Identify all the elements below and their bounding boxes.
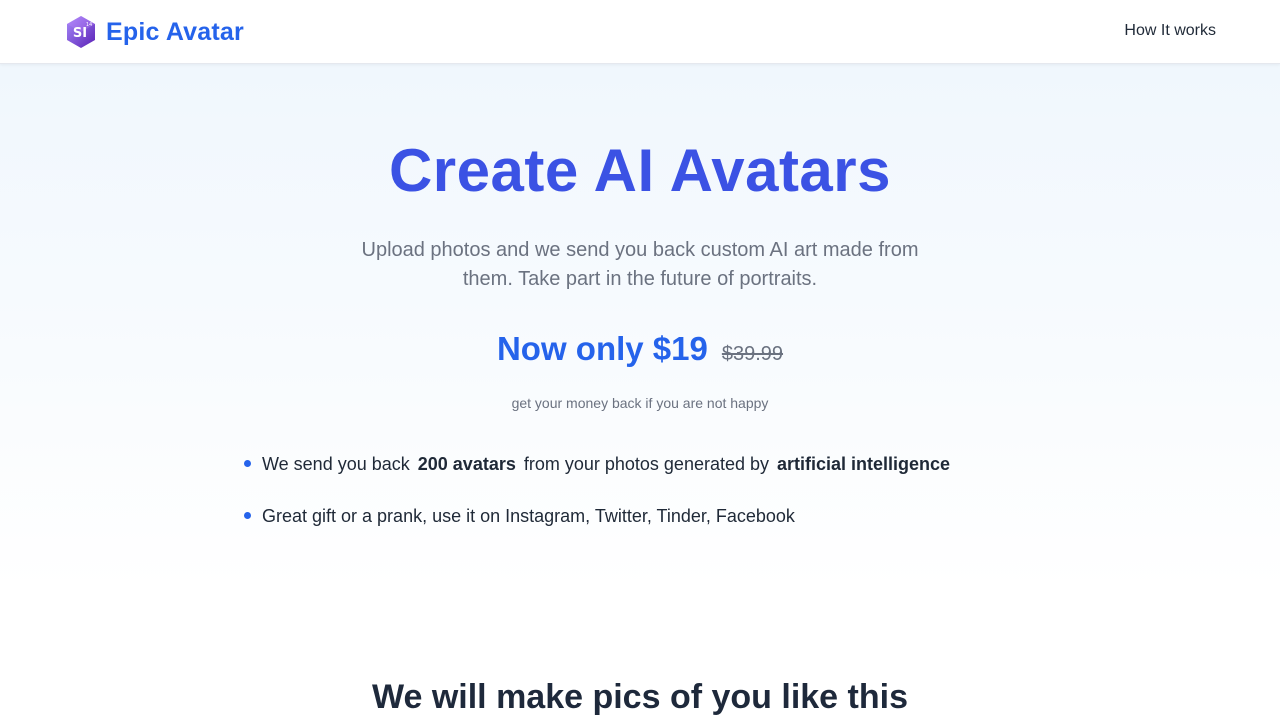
bullet-dot-icon	[244, 460, 251, 467]
feature-item: Great gift or a prank, use it on Instagr…	[244, 502, 1044, 554]
nav-link-how-it-works[interactable]: How It works	[1124, 22, 1216, 40]
feature-text: Great gift or a prank, use it on Instagr…	[262, 506, 795, 526]
hero-headline: Create AI Avatars	[388, 137, 892, 204]
logo-icon: SI 14	[67, 16, 95, 48]
hero-subhead: Upload photos and we send you back custo…	[361, 239, 919, 290]
feature-highlight-avatars: 200 avatars	[417, 454, 516, 474]
feature-highlight-ai: artificial intelligence	[777, 454, 951, 474]
feature-text-pre: We send you back	[262, 454, 410, 474]
feature-text-mid: from your photos generated by	[523, 454, 770, 474]
brand-name: Epic Avatar	[106, 17, 244, 46]
current-price: Now only $19	[496, 330, 708, 367]
hero-section: Create AI Avatars Upload photos and we s…	[0, 64, 1280, 720]
top-navbar: SI 14 Epic Avatar How It works	[0, 0, 1280, 64]
price-row: Now only $19 $39.99	[0, 330, 1280, 374]
brand-logo-link[interactable]: SI 14 Epic Avatar	[64, 15, 244, 49]
money-back-guarantee: get your money back if you are not happy	[511, 395, 769, 411]
bullet-dot-icon	[244, 512, 251, 519]
feature-list: We send you back 200 avatars from your p…	[244, 450, 1044, 554]
logo-text: SI	[73, 26, 87, 41]
feature-item: We send you back 200 avatars from your p…	[244, 450, 1044, 502]
original-price: $39.99	[721, 343, 784, 365]
logo-badge: 14	[86, 22, 92, 28]
examples-section-title: We will make pics of you like this	[372, 678, 908, 716]
